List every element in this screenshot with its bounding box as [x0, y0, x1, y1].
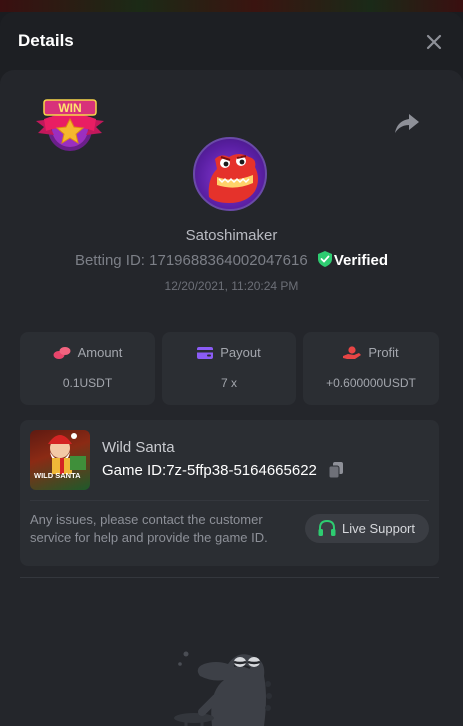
stat-label: Payout — [220, 345, 261, 360]
modal-header: Details — [0, 12, 463, 70]
game-id-value: 7z-5ffp38-5164665622 — [166, 462, 317, 479]
stat-value: 0.1USDT — [62, 376, 113, 390]
support-message: Any issues, please contact the customer … — [30, 512, 268, 545]
divider — [20, 577, 439, 578]
crocodile-avatar-icon — [208, 154, 258, 203]
live-support-button[interactable]: Live Support — [305, 514, 429, 543]
hand-coin-icon — [343, 346, 362, 359]
verified-label: Verified — [333, 252, 389, 269]
divider — [30, 500, 429, 501]
badge-text: WIN — [58, 101, 81, 115]
wild-santa-thumbnail-icon: WILD SANTA — [34, 433, 86, 480]
details-modal: Details WIN Satoshimaker Betting ID: 171… — [0, 12, 463, 726]
stat-label: Profit — [368, 345, 399, 360]
betting-id-label: Betting ID: — [74, 252, 145, 269]
modal-title: Details — [18, 31, 74, 50]
background-strip — [0, 0, 463, 12]
headset-icon — [318, 520, 336, 536]
game-id-label: Game ID: — [102, 462, 167, 479]
betting-id-value: 1719688364002047616 — [149, 252, 308, 269]
game-card: WILD SANTA Wild Santa Game ID:7z-5ffp38-… — [20, 420, 439, 566]
stat-profit: Profit +0.600000USDT — [303, 332, 439, 405]
thumbnail-text: WILD SANTA — [34, 471, 81, 480]
live-support-label: Live Support — [342, 521, 415, 536]
details-body: WIN Satoshimaker Betting ID: 17196883640… — [0, 70, 463, 726]
game-thumbnail[interactable]: WILD SANTA — [30, 430, 90, 490]
stat-label: Amount — [77, 345, 123, 360]
username: Satoshimaker — [185, 227, 278, 244]
verified-shield-icon — [317, 251, 332, 267]
stat-value: +0.600000USDT — [326, 376, 416, 390]
close-icon[interactable] — [422, 30, 446, 54]
betting-id-row: Betting ID: 1719688364002047616 Verified — [0, 251, 463, 269]
win-badge-icon: WIN — [36, 99, 104, 151]
game-name: Wild Santa — [102, 439, 175, 456]
share-icon[interactable] — [394, 112, 420, 134]
coins-icon — [53, 347, 71, 359]
bet-date: 12/20/2021, 11:20:24 PM — [164, 279, 299, 293]
stat-amount: Amount 0.1USDT — [20, 332, 155, 405]
copy-icon[interactable] — [329, 462, 343, 478]
crocodile-mascot-icon — [174, 651, 272, 726]
stat-payout: Payout 7 x — [162, 332, 296, 405]
game-id-row: Game ID:7z-5ffp38-5164665622 — [102, 462, 317, 479]
stat-value: 7 x — [220, 376, 237, 390]
avatar — [193, 137, 267, 211]
wallet-icon — [197, 347, 214, 359]
